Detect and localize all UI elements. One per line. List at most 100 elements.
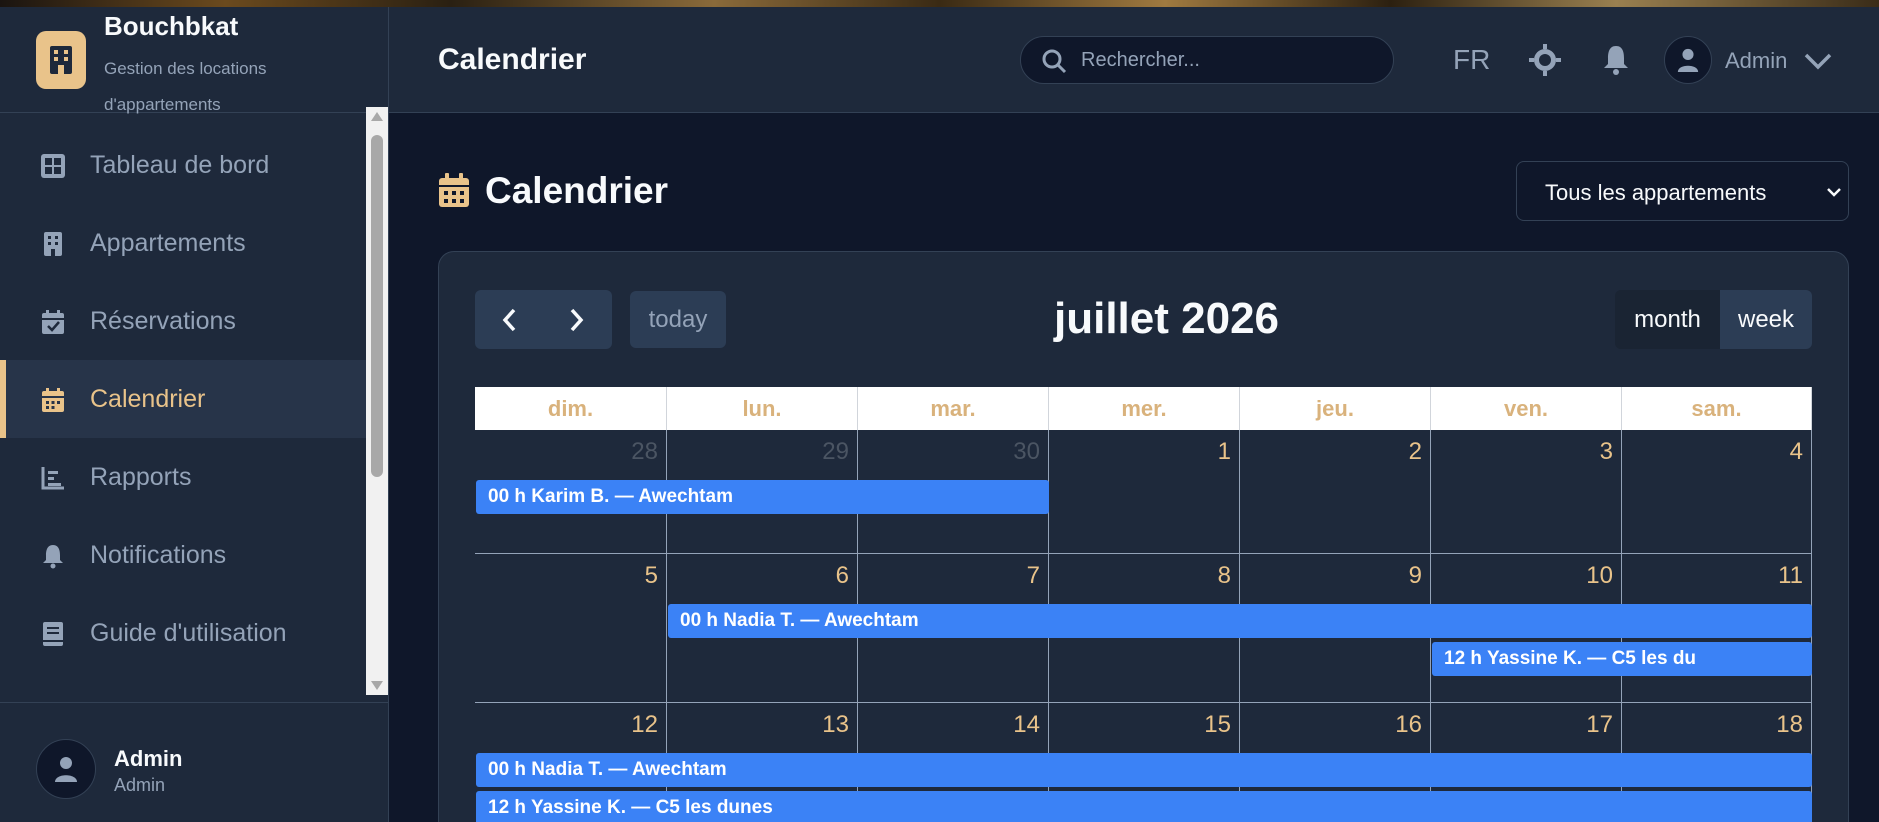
day-number[interactable]: 18 <box>1776 711 1803 739</box>
sidebar-item-label: Appartements <box>90 228 246 257</box>
sidebar-item-guide[interactable]: Guide d'utilisation <box>0 594 366 672</box>
building-logo-icon <box>36 31 86 89</box>
today-button[interactable]: today <box>630 291 726 348</box>
day-number[interactable]: 28 <box>631 438 658 466</box>
week-view-button[interactable]: week <box>1720 290 1812 349</box>
calendar-event[interactable]: 12 h Yassine K. — C5 les du <box>1432 642 1812 676</box>
sidebar-item-label: Tableau de bord <box>90 150 270 179</box>
sidebar-item-label: Rapports <box>90 462 192 491</box>
notification-bell-icon[interactable] <box>1601 44 1631 76</box>
user-role: Admin <box>114 775 166 795</box>
sidebar-item-reports[interactable]: Rapports <box>0 438 366 516</box>
day-number[interactable]: 8 <box>1218 562 1231 590</box>
chevron-left-icon <box>502 308 516 331</box>
day-number[interactable]: 10 <box>1586 562 1613 590</box>
day-number[interactable]: 3 <box>1600 438 1613 466</box>
sidebar-item-label: Réservations <box>90 306 236 335</box>
day-number[interactable]: 11 <box>1778 562 1803 590</box>
next-month-button[interactable] <box>543 290 611 349</box>
day-number[interactable]: 5 <box>645 562 658 590</box>
language-switch[interactable]: FR <box>1453 44 1490 76</box>
weekday-header: mar. <box>858 387 1049 430</box>
day-number[interactable]: 16 <box>1395 711 1422 739</box>
day-number[interactable]: 30 <box>1013 438 1040 466</box>
calendar-title: juillet 2026 <box>1054 294 1280 343</box>
day-number[interactable]: 17 <box>1586 711 1613 739</box>
app-subtitle: Gestion des locations d'appartements <box>104 59 267 114</box>
weekday-header: jeu. <box>1240 387 1431 430</box>
bell-icon <box>43 545 63 569</box>
sun-theme-icon[interactable] <box>1528 43 1562 77</box>
day-number[interactable]: 12 <box>631 711 658 739</box>
day-number[interactable]: 2 <box>1409 438 1422 466</box>
header-user-name[interactable]: Admin <box>1725 48 1787 74</box>
calendar-check-icon <box>42 310 64 334</box>
calendar-icon <box>42 388 64 412</box>
sidebar-item-label: Calendrier <box>90 384 206 413</box>
calendar-event[interactable]: 00 h Karim B. — Awechtam <box>476 480 1049 514</box>
scroll-down-arrow-icon[interactable] <box>371 681 383 690</box>
day-cell[interactable]: 4 <box>1622 430 1812 554</box>
calendar-grid: dim. lun. mar. mer. jeu. ven. sam. 28 29 30 1 2 3 4 5… <box>475 387 1812 822</box>
scroll-thumb[interactable] <box>371 135 383 477</box>
building-icon <box>44 232 62 256</box>
user-icon <box>1677 48 1699 72</box>
day-number[interactable]: 13 <box>822 711 849 739</box>
sidebar-item-notifications[interactable]: Notifications <box>0 516 366 594</box>
sidebar-item-dashboard[interactable]: Tableau de bord <box>0 126 366 204</box>
weekday-header: lun. <box>667 387 858 430</box>
dashboard-grid-icon <box>41 154 65 178</box>
day-cell[interactable]: 5 <box>475 554 667 703</box>
browser-top-strip <box>0 0 1879 7</box>
day-number[interactable]: 29 <box>822 438 849 466</box>
prev-month-button[interactable] <box>475 290 543 349</box>
apartment-select-value: Tous les appartements <box>1545 180 1767 205</box>
month-view-button[interactable]: month <box>1615 290 1720 349</box>
sidebar-item-apartments[interactable]: Appartements <box>0 204 366 282</box>
user-name: Admin <box>114 746 183 771</box>
chevron-right-icon <box>570 308 584 331</box>
header-title: Calendrier <box>438 43 587 76</box>
calendar-event[interactable]: 00 h Nadia T. — Awechtam <box>476 753 1812 787</box>
user-icon <box>55 757 77 782</box>
day-cell[interactable]: 3 <box>1431 430 1622 554</box>
brand: Bouchbkat Gestion des locations d'appart… <box>0 7 389 114</box>
sidebar-item-label: Notifications <box>90 540 227 569</box>
day-number[interactable]: 6 <box>836 562 849 590</box>
top-header: Calendrier FR Admin <box>389 7 1879 113</box>
search-box[interactable] <box>1020 36 1394 84</box>
day-number[interactable]: 15 <box>1204 711 1231 739</box>
weekday-header-row: dim. lun. mar. mer. jeu. ven. sam. <box>475 387 1812 430</box>
avatar <box>36 739 96 799</box>
calendar-nav-group <box>475 290 612 349</box>
sidebar-item-reservations[interactable]: Réservations <box>0 282 366 360</box>
day-number[interactable]: 1 <box>1218 438 1231 466</box>
calendar-icon <box>439 173 469 207</box>
calendar-event[interactable]: 00 h Nadia T. — Awechtam <box>668 604 1812 638</box>
sidebar: Bouchbkat Gestion des locations d'appart… <box>0 7 389 822</box>
day-number[interactable]: 14 <box>1013 711 1040 739</box>
avatar[interactable] <box>1664 36 1712 84</box>
weekday-header: ven. <box>1431 387 1622 430</box>
sidebar-user[interactable]: Admin Admin <box>0 702 389 822</box>
day-cell[interactable]: 1 <box>1049 430 1240 554</box>
day-number[interactable]: 7 <box>1027 562 1040 590</box>
sidebar-item-calendar[interactable]: Calendrier <box>0 360 366 438</box>
weekday-header: dim. <box>475 387 667 430</box>
app-name: Bouchbkat <box>104 11 239 41</box>
search-icon <box>1042 49 1067 74</box>
weekday-header: sam. <box>1622 387 1812 430</box>
view-toggle: month week <box>1615 290 1812 349</box>
day-number[interactable]: 9 <box>1409 562 1422 590</box>
search-input[interactable] <box>1081 37 1381 83</box>
bar-chart-icon <box>41 467 64 490</box>
day-number[interactable]: 4 <box>1790 438 1803 466</box>
apartment-select[interactable]: Tous les appartements <box>1516 161 1849 221</box>
calendar-event[interactable]: 12 h Yassine K. — C5 les dunes <box>476 791 1812 822</box>
day-cell[interactable]: 2 <box>1240 430 1431 554</box>
sidebar-scrollbar[interactable] <box>366 107 388 695</box>
scroll-up-arrow-icon[interactable] <box>371 112 383 121</box>
page-title: Calendrier <box>485 170 669 211</box>
chevron-down-icon[interactable] <box>1803 51 1833 71</box>
sidebar-nav: Tableau de bord Appartements Réservation… <box>0 114 366 702</box>
